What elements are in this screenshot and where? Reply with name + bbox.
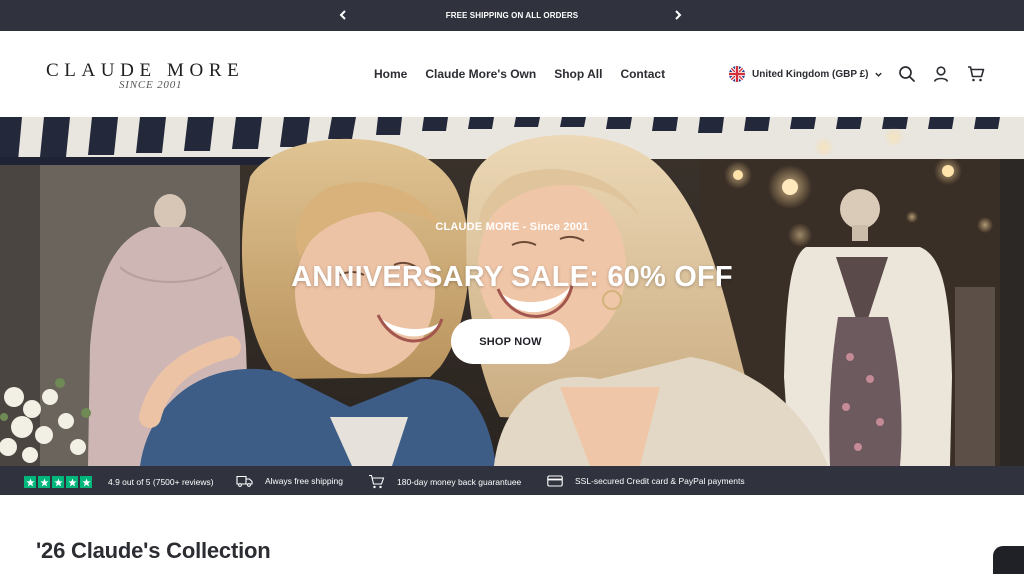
logo[interactable]: CLAUDE MORE SINCE 2001: [46, 61, 246, 95]
site-header: CLAUDE MORE SINCE 2001 Home Claude More'…: [0, 31, 1024, 117]
uk-flag-icon: [729, 66, 745, 82]
collection-title: '26 Claude's Collection: [36, 538, 271, 563]
hero-eyebrow: CLAUDE MORE - Since 2001: [435, 221, 589, 233]
star-icon: [24, 476, 36, 488]
truck-icon: [236, 475, 253, 487]
money-back-label: 180-day money back guarantuee: [397, 476, 522, 487]
hero-banner: CLAUDE MORE - Since 2001 ANNIVERSARY SAL…: [0, 117, 1024, 466]
announcement-bar: FREE SHIPPING ON ALL ORDERS: [0, 0, 1024, 31]
nav-item-shop-all[interactable]: Shop All: [554, 67, 602, 81]
secure-payment-label: SSL-secured Credit card & PayPal payment…: [575, 476, 745, 486]
money-back-item: 180-day money back guarantuee: [368, 474, 521, 489]
logo-name: CLAUDE MORE: [46, 60, 245, 81]
nav-item-contact[interactable]: Contact: [620, 67, 665, 81]
credit-card-icon: [547, 475, 563, 487]
announcement-text: FREE SHIPPING ON ALL ORDERS: [445, 11, 579, 20]
nav-item-claude-mores-own[interactable]: Claude More's Own: [425, 67, 536, 81]
chat-widget-button[interactable]: [993, 546, 1024, 574]
free-shipping-label: Always free shipping: [265, 476, 343, 486]
star-icon: [52, 476, 64, 488]
trustpilot-stars: [24, 476, 92, 488]
nav-item-home[interactable]: Home: [374, 67, 407, 81]
secure-payment-item: SSL-secured Credit card & PayPal payment…: [547, 475, 745, 487]
trust-bar: 4.9 out of 5 (7500+ reviews) Always free…: [0, 466, 1024, 495]
chevron-left-icon[interactable]: [335, 7, 351, 23]
logo-tagline: SINCE 2001: [119, 79, 183, 91]
free-shipping-item: Always free shipping: [236, 475, 343, 487]
main-nav: Home Claude More's Own Shop All Contact: [374, 67, 683, 81]
star-icon: [38, 476, 50, 488]
search-icon[interactable]: [898, 65, 916, 83]
chevron-right-icon[interactable]: [670, 7, 686, 23]
rating-text: 4.9 out of 5 (7500+ reviews): [108, 477, 214, 487]
star-icon: [80, 476, 92, 488]
locale-selector[interactable]: United Kingdom (GBP £): [729, 66, 883, 82]
rating-label: 4.9 out of 5 (7500+ reviews): [108, 477, 214, 487]
chevron-down-icon: [875, 72, 883, 77]
account-icon[interactable]: [932, 65, 950, 83]
hero-title: ANNIVERSARY SALE: 60% OFF: [291, 261, 733, 293]
locale-label: United Kingdom (GBP £): [752, 68, 869, 80]
cart-icon: [369, 474, 385, 489]
star-icon: [66, 476, 78, 488]
shop-now-button[interactable]: SHOP NOW: [451, 319, 570, 364]
cart-icon[interactable]: [967, 65, 985, 83]
